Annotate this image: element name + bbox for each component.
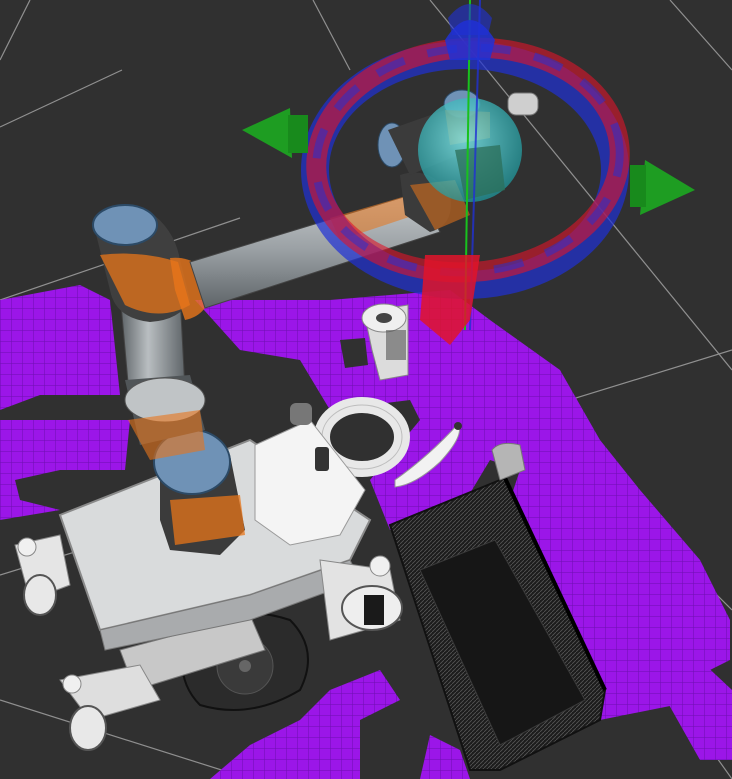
caster-front-right [319,555,403,641]
rviz-3d-viewport[interactable] [0,0,732,779]
arrow-left-green [242,108,292,158]
interactive-marker[interactable] [242,0,695,345]
caster-front-left [14,534,71,616]
scene-svg[interactable] [0,0,732,779]
caster-rear-left [59,664,161,751]
arrow-right-green [640,160,695,215]
